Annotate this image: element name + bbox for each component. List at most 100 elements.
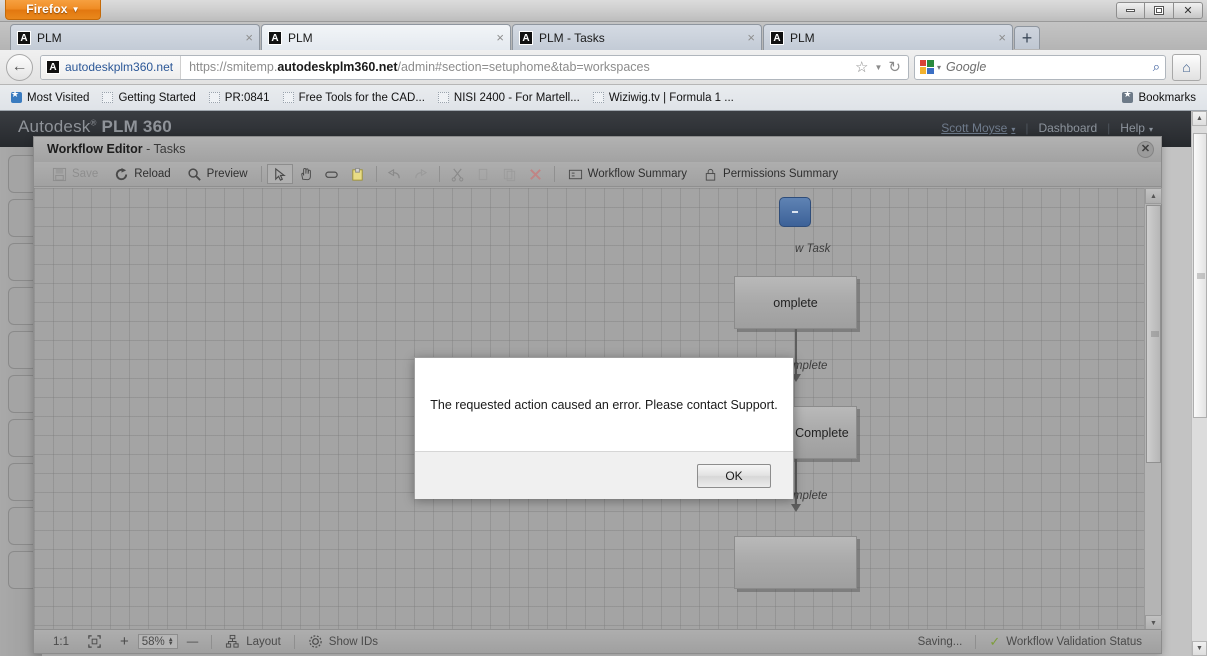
home-icon: ⌂ [1182, 59, 1191, 75]
bookmark-nisi-2400[interactable]: NISI 2400 - For Martell... [433, 90, 585, 106]
arrow-icon [791, 504, 801, 512]
select-tool-button[interactable] [266, 164, 293, 184]
help-menu[interactable]: Help ▾ [1110, 121, 1163, 135]
bookmark-star-icon[interactable]: ☆ [855, 58, 868, 76]
scissors-icon [451, 168, 464, 181]
zoom-ratio-label[interactable]: 1:1 [44, 636, 78, 648]
new-tab-button[interactable]: + [1014, 26, 1040, 49]
node-tool-button[interactable] [319, 164, 345, 184]
bookmark-label: Most Visited [27, 91, 90, 104]
permissions-summary-button[interactable]: Permissions Summary [695, 164, 846, 184]
url-prefix: https://smitemp. [189, 60, 278, 74]
lock-icon [705, 168, 716, 181]
address-bar[interactable]: A autodeskplm360.net https://smitemp.aut… [40, 54, 909, 80]
workflow-node-bottom[interactable] [734, 536, 857, 589]
reload-button[interactable]: Reload [106, 164, 178, 184]
scroll-up-button[interactable]: ▲ [1145, 188, 1162, 204]
zoom-in-button[interactable]: + [111, 633, 138, 650]
spinner-icon[interactable]: ▲ ▼ [168, 637, 174, 647]
search-input[interactable]: Google [946, 60, 1153, 74]
bookmarks-menu-icon [1122, 89, 1134, 103]
note-icon [352, 167, 363, 181]
reload-label: Reload [134, 168, 171, 180]
delete-button[interactable] [523, 164, 549, 184]
tab-close-icon[interactable]: × [998, 30, 1006, 45]
bookmark-most-visited[interactable]: Most Visited [6, 89, 94, 106]
tab-close-icon[interactable]: × [245, 30, 253, 45]
show-ids-button[interactable]: Show IDs [299, 634, 387, 649]
scrollbar-thumb[interactable] [1146, 205, 1161, 463]
status-separator [293, 634, 295, 649]
page-scroll-up-button[interactable]: ▲ [1192, 111, 1207, 126]
workflow-add-button[interactable] [779, 197, 811, 227]
note-tool-button[interactable] [345, 164, 371, 184]
page-scroll-down-button[interactable]: ▼ [1192, 641, 1207, 656]
site-identity-badge[interactable]: A autodeskplm360.net [41, 55, 182, 79]
browser-tab-4[interactable]: A PLM × [763, 24, 1013, 50]
bookmark-label: Wiziwig.tv | Formula 1 ... [608, 91, 734, 104]
bookmark-getting-started[interactable]: Getting Started [97, 90, 200, 106]
search-bar[interactable]: ▾ Google ⌕ [914, 54, 1166, 80]
undo-button[interactable] [382, 164, 408, 184]
editor-toolbar: Save Reload Preview Workflow Summary Per… [34, 162, 1161, 187]
bookmarks-menu-label: Bookmarks [1138, 91, 1196, 104]
browser-scrollbar[interactable]: ▲ ▼ [1191, 111, 1207, 656]
zoom-out-button[interactable]: — [178, 636, 208, 648]
firefox-menu-button[interactable]: Firefox ▼ [5, 0, 101, 20]
window-controls: ✕ [1116, 2, 1203, 19]
ok-button[interactable]: OK [697, 463, 771, 488]
preview-button[interactable]: Preview [179, 164, 256, 184]
paste-button[interactable] [497, 164, 523, 184]
chevron-down-icon[interactable]: ▾ [937, 63, 941, 72]
site-identity-domain: autodeskplm360.net [65, 60, 174, 74]
bookmark-icon [437, 92, 449, 103]
url-text[interactable]: https://smitemp.autodeskplm360.net/admin… [181, 60, 855, 74]
fit-to-screen-button[interactable] [78, 634, 111, 649]
browser-tab-2[interactable]: A PLM × [261, 24, 511, 50]
layout-button[interactable]: Layout [216, 634, 290, 649]
browser-tab-1[interactable]: A PLM × [10, 24, 260, 50]
user-menu[interactable]: Scott Moyse ▾ [931, 121, 1025, 135]
dialog-message: The requested action caused an error. Pl… [430, 397, 778, 412]
zoom-level-stepper[interactable]: 58% ▲ ▼ [137, 634, 178, 649]
bookmark-wiziwig[interactable]: Wiziwig.tv | Formula 1 ... [588, 90, 739, 106]
save-button[interactable]: Save [44, 164, 106, 184]
gear-icon [309, 635, 322, 648]
workflow-summary-button[interactable]: Workflow Summary [560, 164, 695, 184]
ok-button-label: OK [725, 468, 743, 483]
bookmark-label: Getting Started [118, 91, 196, 104]
chevron-down-icon[interactable]: ▼ [875, 63, 883, 72]
address-bar-icons: ☆ ▼ ↻ [855, 58, 908, 76]
maximize-button[interactable] [1145, 2, 1174, 19]
copy-button[interactable] [471, 164, 497, 184]
autodesk-favicon: A [17, 30, 31, 45]
canvas-scrollbar[interactable]: ▲ ▼ [1144, 188, 1162, 631]
redo-button[interactable] [408, 164, 434, 184]
cut-button[interactable] [445, 164, 471, 184]
grip-icon [1197, 273, 1205, 278]
editor-close-button[interactable]: ✕ [1137, 141, 1154, 158]
search-icon[interactable]: ⌕ [1153, 59, 1160, 75]
bookmark-free-tools[interactable]: Free Tools for the CAD... [278, 90, 430, 106]
help-label: Help [1120, 121, 1145, 135]
workflow-node-top[interactable]: omplete [734, 276, 857, 329]
bookmarks-menu-button[interactable]: Bookmarks [1117, 89, 1201, 106]
status-separator [211, 634, 213, 649]
home-button[interactable]: ⌂ [1172, 53, 1201, 81]
tab-close-icon[interactable]: × [496, 30, 504, 45]
status-separator [975, 634, 977, 649]
editor-status-bar: 1:1 + 58% ▲ ▼ — Layout Show IDs Saving..… [34, 629, 1161, 653]
back-button[interactable]: ← [6, 53, 33, 81]
preview-label: Preview [206, 168, 248, 180]
dashboard-link[interactable]: Dashboard [1028, 121, 1107, 135]
page-scrollbar-thumb[interactable] [1193, 133, 1207, 418]
browser-tab-3[interactable]: A PLM - Tasks × [512, 24, 762, 50]
pan-tool-button[interactable] [293, 164, 319, 184]
minimize-button[interactable] [1116, 2, 1145, 19]
workflow-validation-status[interactable]: ✓ Workflow Validation Status [980, 634, 1151, 650]
close-button[interactable]: ✕ [1174, 2, 1203, 19]
bookmark-pr0841[interactable]: PR:0841 [204, 90, 275, 106]
reload-icon[interactable]: ↻ [888, 58, 901, 76]
show-ids-label: Show IDs [328, 635, 378, 648]
tab-close-icon[interactable]: × [747, 30, 755, 45]
